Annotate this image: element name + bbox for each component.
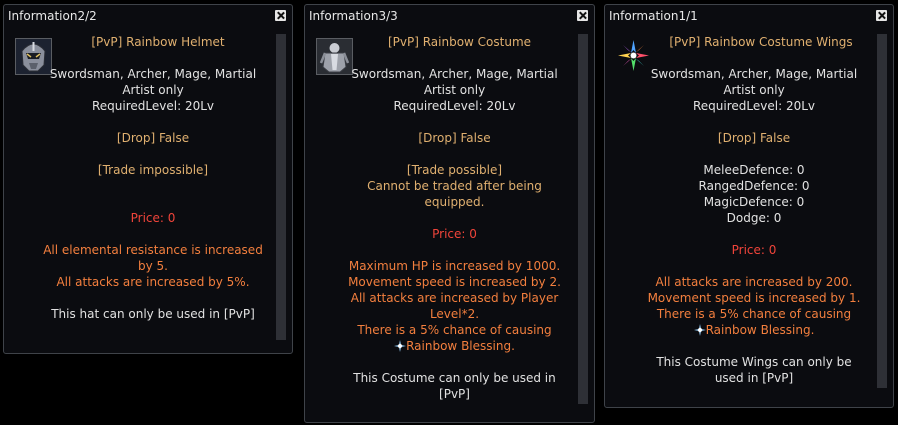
trade-status: [Trade possible] (406, 163, 503, 177)
class-requirement: Swordsman, Archer, Mage, Martial (49, 67, 257, 81)
effect-line: All attacks are increased by Player (350, 291, 559, 305)
window-title: Information3/3 (309, 9, 398, 23)
trade-status: [Trade impossible] (97, 163, 209, 177)
window-title: Information1/1 (609, 9, 698, 23)
drop-status: [Drop] False (418, 131, 491, 145)
usage-note: This hat can only be used in [PvP] (51, 307, 255, 321)
item-name: [PvP] Rainbow Helmet (91, 35, 225, 49)
trade-note: Cannot be traded after being (367, 179, 542, 193)
item-name: [PvP] Rainbow Costume (387, 35, 532, 49)
window-titlebar[interactable]: Information1/1 (605, 5, 893, 27)
item-details: [PvP] Rainbow Costume Wings Swordsman, A… (633, 34, 875, 386)
blessing-name: Rainbow Blessing. (406, 339, 515, 353)
class-requirement: Swordsman, Archer, Mage, Martial (351, 67, 558, 81)
blessing-icon (693, 324, 706, 336)
close-icon[interactable] (275, 10, 286, 21)
price: Price: 0 (731, 243, 777, 257)
class-requirement: Artist only (122, 83, 184, 97)
effect-line: There is a 5% chance of causing (357, 323, 552, 337)
item-details: [PvP] Rainbow Helmet Swordsman, Archer, … (32, 34, 274, 322)
item-info-window: Information3/3 [PvP] Rainbow Costume Swo… (304, 4, 595, 423)
item-info-window: Information1/1 [PvP] Rainbow Costume Win… (604, 4, 894, 408)
drop-status: [Drop] False (717, 131, 791, 145)
effect-line: by 5. (138, 259, 168, 273)
window-titlebar[interactable]: Information2/2 (4, 5, 292, 27)
level-requirement: RequiredLevel: 20Lv (393, 99, 516, 113)
close-icon[interactable] (577, 10, 588, 21)
drop-status: [Drop] False (116, 131, 190, 145)
level-requirement: RequiredLevel: 20Lv (92, 99, 214, 113)
scrollbar[interactable] (877, 34, 887, 388)
usage-note: used in [PvP] (714, 371, 794, 385)
defence-stat: Dodge: 0 (726, 211, 782, 225)
level-requirement: RequiredLevel: 20Lv (693, 99, 815, 113)
usage-note: [PvP] (439, 387, 470, 401)
scrollbar[interactable] (578, 34, 588, 404)
usage-note: This Costume Wings can only be (656, 355, 852, 369)
defence-stat: RangedDefence: 0 (698, 179, 810, 193)
item-details: [PvP] Rainbow Costume Swordsman, Archer,… (333, 34, 576, 402)
scrollbar[interactable] (276, 34, 286, 340)
close-icon[interactable] (876, 10, 887, 21)
window-title: Information2/2 (8, 9, 97, 23)
effect-line: There is a 5% chance of causing (656, 307, 852, 321)
effect-line: All attacks are increased by 5%. (56, 275, 250, 289)
usage-note: This Costume can only be used in (353, 371, 556, 385)
blessing-line: Rainbow Blessing. (633, 322, 875, 338)
blessing-line: Rainbow Blessing. (333, 338, 576, 354)
item-info-window: Information2/2 [PvP] Rainbow Helmet Swor… (3, 4, 293, 354)
effect-line: All elemental resistance is increased (43, 243, 263, 257)
price: Price: 0 (130, 211, 176, 225)
effect-line: Movement speed is increased by 2. (348, 275, 561, 289)
defence-stat: MagicDefence: 0 (703, 195, 805, 209)
effect-line: Maximum HP is increased by 1000. (348, 259, 561, 273)
blessing-name: Rainbow Blessing. (705, 323, 815, 337)
blessing-icon (394, 340, 407, 352)
window-titlebar[interactable]: Information3/3 (305, 5, 594, 27)
effect-line: Level*2. (429, 307, 480, 321)
price: Price: 0 (432, 227, 477, 241)
item-name: [PvP] Rainbow Costume Wings (669, 35, 853, 49)
effect-line: Movement speed is increased by 1. (647, 291, 861, 305)
trade-note: equipped. (424, 195, 485, 209)
class-requirement: Artist only (723, 83, 785, 97)
effect-line: All attacks are increased by 200. (655, 275, 853, 289)
defence-stat: MeleeDefence: 0 (703, 163, 805, 177)
class-requirement: Swordsman, Archer, Mage, Martial (650, 67, 858, 81)
class-requirement: Artist only (423, 83, 486, 97)
